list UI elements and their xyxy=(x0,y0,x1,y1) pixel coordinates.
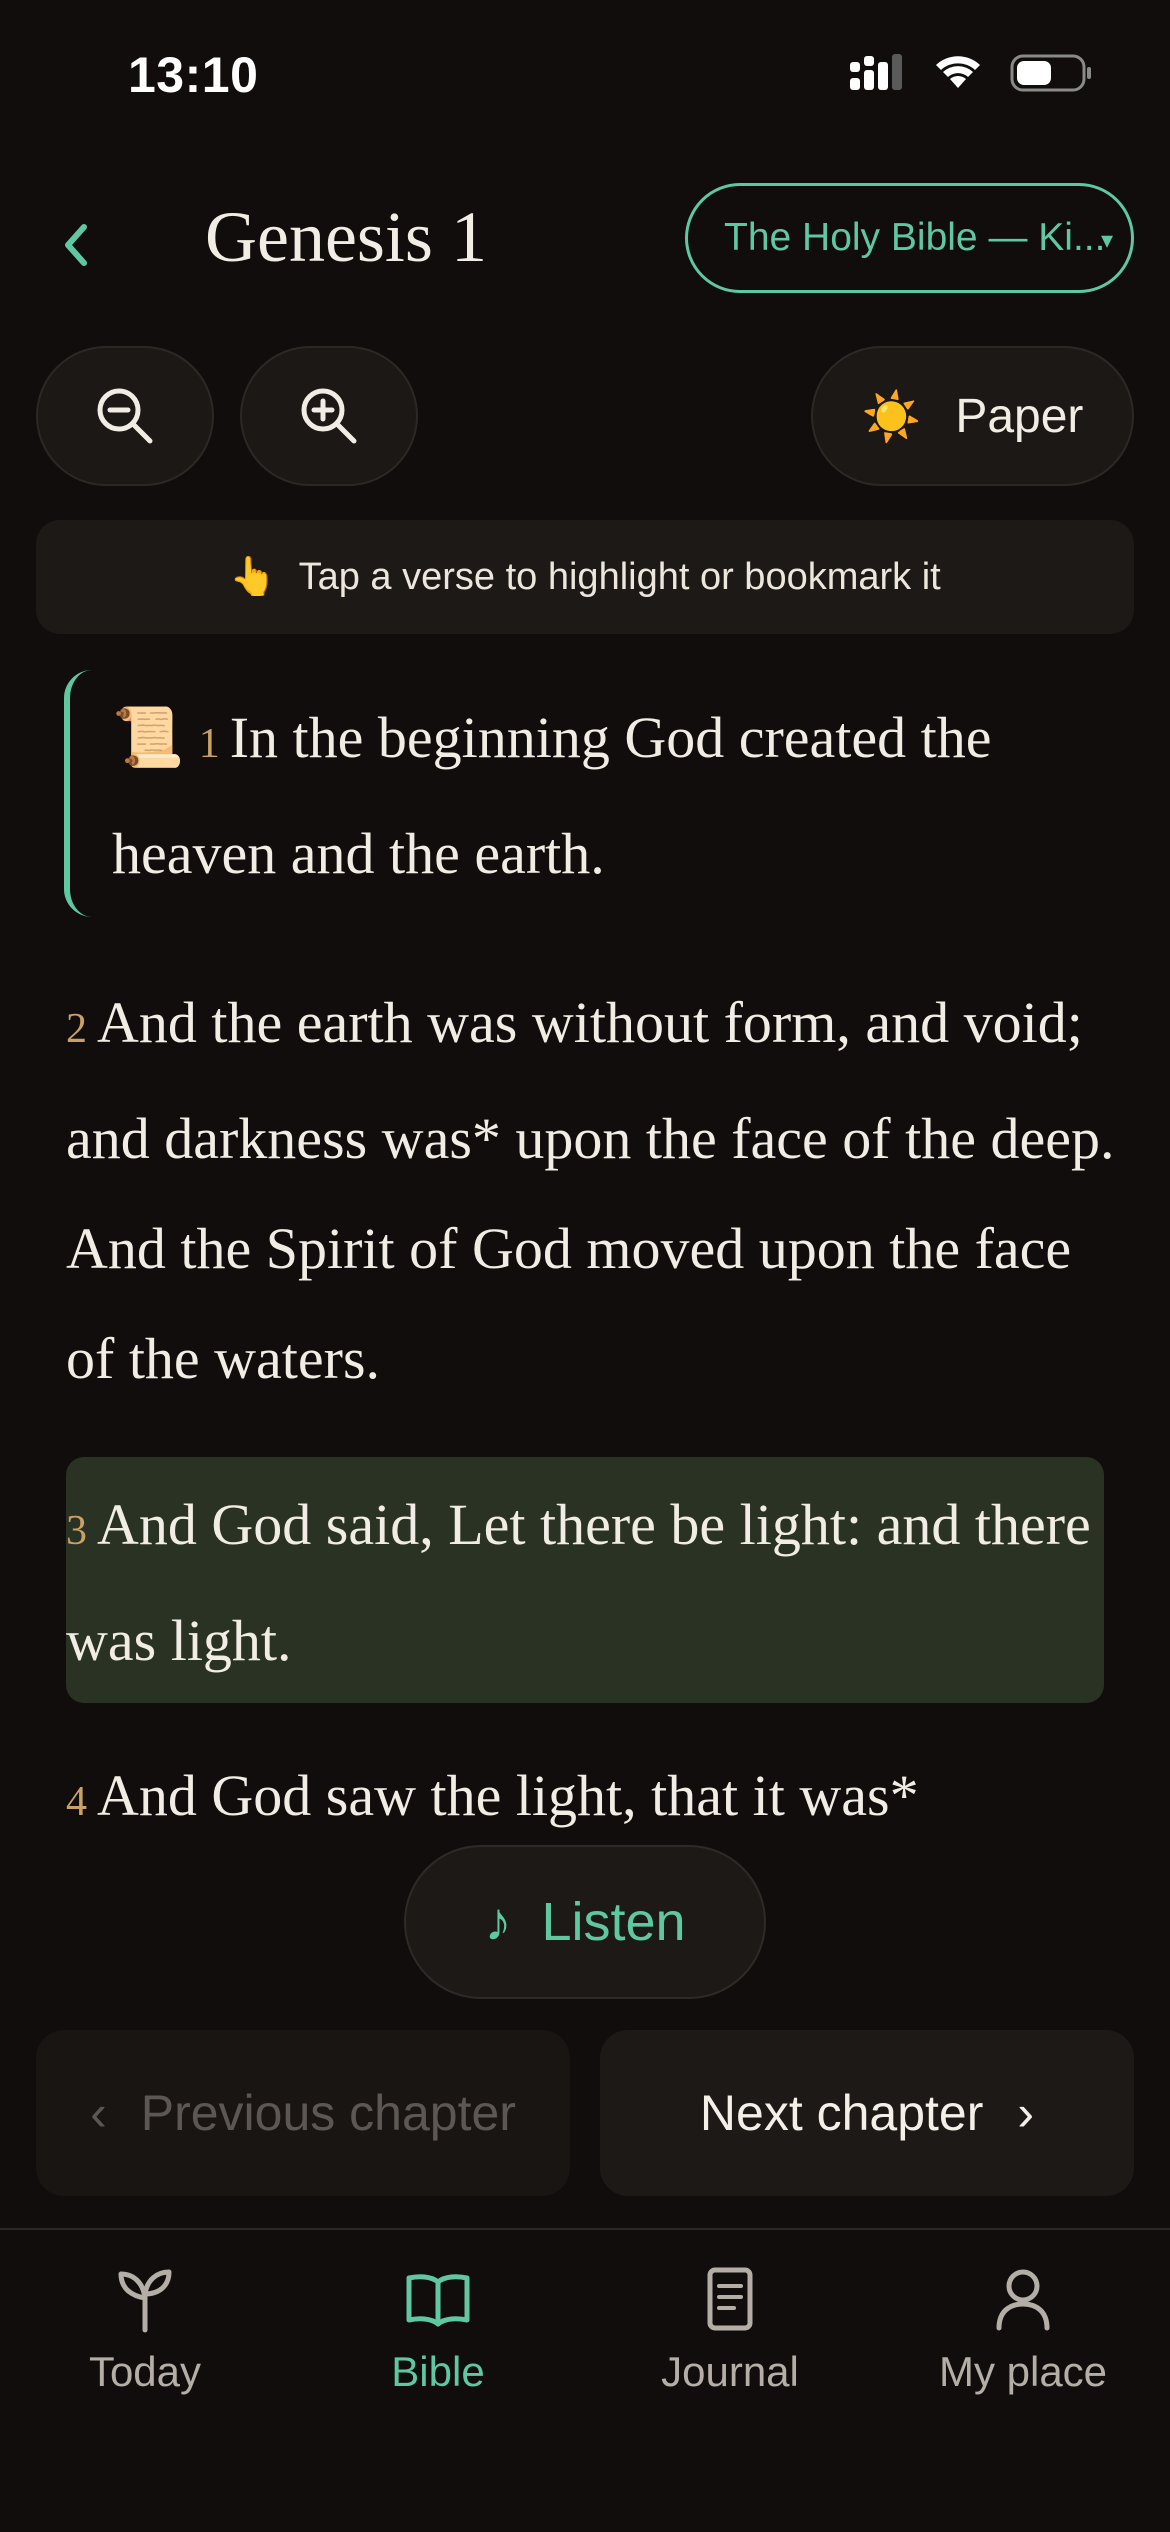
tab-my-place[interactable]: My place xyxy=(903,2264,1143,2396)
person-icon xyxy=(996,2269,1050,2331)
chevron-left-icon: ‹ xyxy=(90,2085,107,2141)
status-bar: 13:10 xyxy=(0,0,1170,150)
tab-my-place-label: My place xyxy=(938,2348,1108,2395)
tab-journal[interactable]: Journal xyxy=(610,2264,850,2396)
next-chapter-button[interactable]: Next chapter › xyxy=(600,2030,1134,2196)
verse-3-highlighted[interactable]: 3 And God said, Let there be light: and t… xyxy=(66,1457,1104,1703)
journal-icon xyxy=(707,2267,753,2331)
verse-number: 4 xyxy=(66,1779,87,1825)
sprout-icon xyxy=(118,2269,172,2333)
previous-chapter-label: Previous chapter xyxy=(140,2085,516,2141)
verse-number: 3 xyxy=(66,1508,87,1554)
verse-number: 2 xyxy=(66,1006,87,1052)
bookmark-icon: 📜 xyxy=(112,705,185,770)
verse-text: And God saw the light, that it was* xyxy=(97,1763,919,1828)
pointing-hand-icon: 👆 xyxy=(229,556,277,598)
verse-number: 1 xyxy=(198,721,220,767)
zoom-in-button[interactable] xyxy=(240,346,418,486)
verse-4[interactable]: 4 And God saw the light, that it was* xyxy=(66,1741,1116,1831)
listen-button[interactable]: ♪ Listen xyxy=(404,1845,766,1999)
hint-banner: 👆 Tap a verse to highlight or bookmark i… xyxy=(36,520,1134,634)
hint-text: Tap a verse to highlight or bookmark it xyxy=(298,555,941,598)
zoom-out-icon xyxy=(97,388,153,444)
listen-label: Listen xyxy=(541,1892,686,1952)
battery-icon xyxy=(1010,54,1091,92)
bible-version-label: The Holy Bible — Ki... xyxy=(724,216,1106,259)
caret-down-icon: ▾ xyxy=(1100,227,1113,254)
music-note-icon: ♪ xyxy=(484,1892,512,1952)
zoom-in-icon xyxy=(301,388,357,444)
book-icon xyxy=(406,2274,470,2327)
sun-icon: ☀️ xyxy=(861,390,922,444)
status-time: 13:10 xyxy=(128,47,259,103)
chevron-left-icon xyxy=(65,224,87,266)
bible-version-dropdown[interactable]: The Holy Bible — Ki... ▾ xyxy=(685,183,1134,293)
reading-theme-button[interactable]: ☀️ Paper xyxy=(811,346,1134,486)
previous-chapter-button[interactable]: ‹ Previous chapter xyxy=(36,2030,570,2196)
chevron-right-icon: › xyxy=(1017,2085,1035,2141)
wifi-icon xyxy=(936,56,980,88)
page-title: Genesis 1 xyxy=(205,197,487,277)
tab-journal-label: Journal xyxy=(661,2348,799,2395)
verse-text: And the earth was without form, and void… xyxy=(66,990,1115,1391)
next-chapter-label: Next chapter xyxy=(699,2085,984,2141)
status-icons xyxy=(848,52,1092,92)
tab-bible-label: Bible xyxy=(391,2348,485,2395)
reading-theme-label: Paper xyxy=(955,389,1084,443)
tab-today[interactable]: Today xyxy=(25,2264,265,2396)
verse-text: And God said, Let there be light: and th… xyxy=(66,1492,1091,1673)
back-button[interactable] xyxy=(40,205,110,285)
zoom-out-button[interactable] xyxy=(36,346,214,486)
tab-bar: Today Bible Journal My place xyxy=(0,2228,1170,2532)
verse-1[interactable]: 📜 1 In the beginning God created the heav… xyxy=(64,670,1124,917)
signal-icon xyxy=(850,54,902,90)
tab-bible[interactable]: Bible xyxy=(318,2264,558,2396)
tab-today-label: Today xyxy=(88,2348,202,2395)
verse-2[interactable]: 2 And the earth was without form, and voi… xyxy=(66,968,1116,1414)
verse-text: In the beginning God created the heaven … xyxy=(112,705,992,886)
